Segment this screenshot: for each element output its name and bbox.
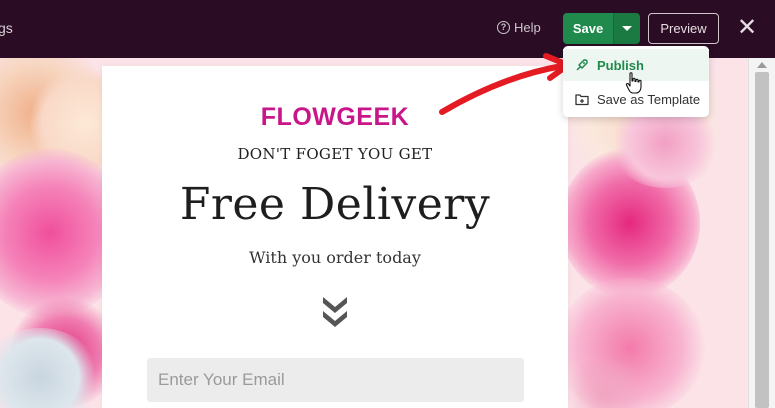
popup-subline: With you order today (249, 248, 421, 267)
settings-tab-label[interactable]: gs (0, 20, 13, 36)
scroll-up-arrow[interactable] (757, 62, 767, 68)
menu-item-label: Publish (597, 57, 644, 73)
popup-kicker: DON'T FOGET YOU GET (237, 145, 433, 163)
annotation-arrow (439, 53, 571, 115)
help-label: Help (514, 20, 541, 35)
help-link[interactable]: ? Help (497, 20, 541, 35)
email-input[interactable] (147, 358, 524, 402)
close-icon[interactable]: ✕ (736, 15, 758, 40)
hand-cursor-icon (625, 72, 642, 94)
double-chevron-down-icon (323, 297, 347, 327)
folder-icon (575, 93, 589, 105)
rocket-icon (576, 59, 588, 71)
save-button-group: Save (563, 13, 640, 44)
save-button[interactable]: Save (563, 13, 613, 44)
popup-headline: Free Delivery (179, 179, 491, 230)
scroll-thumb[interactable] (755, 72, 769, 408)
menu-item-label: Save as Template (597, 91, 701, 107)
caret-down-icon (622, 26, 632, 31)
preview-button[interactable]: Preview (648, 13, 719, 44)
scrollbar[interactable] (748, 58, 775, 408)
save-dropdown-toggle[interactable] (613, 13, 640, 44)
help-icon: ? (497, 21, 510, 34)
